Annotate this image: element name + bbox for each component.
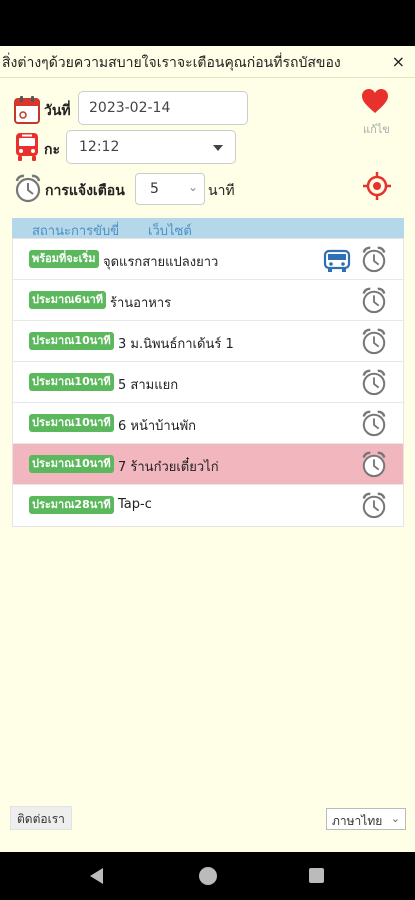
back-icon[interactable] xyxy=(90,868,103,884)
date-input[interactable]: 2023-02-14 xyxy=(78,91,248,125)
alarm-clock-icon[interactable] xyxy=(361,328,387,360)
android-nav-bar xyxy=(0,852,415,900)
alarm-clock-icon[interactable] xyxy=(361,410,387,442)
stop-name: 6 หน้าบ้านพัก xyxy=(118,419,197,434)
shift-time-select[interactable]: 12:12 xyxy=(66,130,236,164)
alarm-clock-icon[interactable] xyxy=(361,287,387,319)
date-label: วันที่ xyxy=(44,103,71,119)
alert-unit: นาที xyxy=(208,183,235,199)
calendar-icon xyxy=(14,96,40,128)
language-value: ภาษาไทย xyxy=(332,814,383,828)
stop-row[interactable]: ประมาณ28นาที Tap-c xyxy=(13,485,403,526)
tab-bar: สถานะการขับขี่ เว็บไซต์ xyxy=(12,218,404,239)
alarm-clock-icon xyxy=(14,174,42,208)
close-icon[interactable]: × xyxy=(392,52,405,71)
eta-badge: ประมาณ6นาที xyxy=(29,291,107,309)
alert-label: การแจ้งเตือน xyxy=(45,183,125,199)
alarm-clock-icon[interactable] xyxy=(361,492,387,524)
stop-name: จุดแรกสายแปลงยาว xyxy=(103,255,219,270)
recent-apps-icon[interactable] xyxy=(309,868,324,883)
stop-name: ร้านอาหาร xyxy=(110,296,172,311)
chevron-down-icon: ⌄ xyxy=(390,812,400,825)
caret-down-icon xyxy=(213,145,223,151)
like-label: แก้ไข xyxy=(363,123,390,136)
shift-label: กะ xyxy=(44,142,60,158)
stop-row[interactable]: ประมาณ6นาที ร้านอาหาร xyxy=(13,280,403,321)
status-bar xyxy=(0,0,415,46)
alarm-clock-icon[interactable] xyxy=(361,369,387,401)
stop-row[interactable]: ประมาณ10นาที 5 สามแยก xyxy=(13,362,403,403)
alarm-clock-icon[interactable] xyxy=(361,246,387,278)
contact-button[interactable]: ติดต่อเรา xyxy=(10,806,72,830)
eta-badge: ประมาณ10นาที xyxy=(29,332,114,350)
alarm-clock-icon[interactable] xyxy=(361,451,387,483)
stop-name: Tap-c xyxy=(118,497,152,512)
stop-row[interactable]: ประมาณ10นาที 7 ร้านก๋วยเตี๋ยวไก่ xyxy=(13,444,403,485)
bus-icon xyxy=(14,132,40,166)
eta-badge: ประมาณ10นาที xyxy=(29,455,114,473)
language-select[interactable]: ภาษาไทย ⌄ xyxy=(326,808,406,830)
stop-name: 3 ม.นิพนธ์กาเด้นร์ 1 xyxy=(118,337,234,352)
home-icon[interactable] xyxy=(199,867,217,885)
stop-list: พร้อมที่จะเริ่ม จุดแรกสายแปลงยาวประมาณ6นา… xyxy=(12,238,404,527)
alert-minutes-value: 5 xyxy=(150,181,159,197)
stop-name: 7 ร้านก๋วยเตี๋ยวไก่ xyxy=(118,460,219,475)
chevron-down-icon: ⌄ xyxy=(187,180,198,194)
bus-position-icon xyxy=(323,249,351,277)
shift-time-value: 12:12 xyxy=(79,139,120,155)
eta-badge: พร้อมที่จะเริ่ม xyxy=(29,250,99,268)
stop-row[interactable]: ประมาณ10นาที 3 ม.นิพนธ์กาเด้นร์ 1 xyxy=(13,321,403,362)
heart-icon[interactable] xyxy=(361,88,389,118)
announcement-bar: สิ่งต่างๆด้วยความสบายใจเราจะเตือนคุณก่อน… xyxy=(0,46,415,78)
announcement-text: สิ่งต่างๆด้วยความสบายใจเราจะเตือนคุณก่อน… xyxy=(2,55,341,71)
stop-name: 5 สามแยก xyxy=(118,378,179,393)
alert-minutes-select[interactable]: 5 ⌄ xyxy=(135,173,205,205)
stop-row[interactable]: ประมาณ10นาที 6 หน้าบ้านพัก xyxy=(13,403,403,444)
eta-badge: ประมาณ28นาที xyxy=(29,496,114,514)
eta-badge: ประมาณ10นาที xyxy=(29,373,114,391)
eta-badge: ประมาณ10นาที xyxy=(29,414,114,432)
stop-row[interactable]: พร้อมที่จะเริ่ม จุดแรกสายแปลงยาว xyxy=(13,239,403,280)
location-target-icon[interactable] xyxy=(362,171,392,205)
